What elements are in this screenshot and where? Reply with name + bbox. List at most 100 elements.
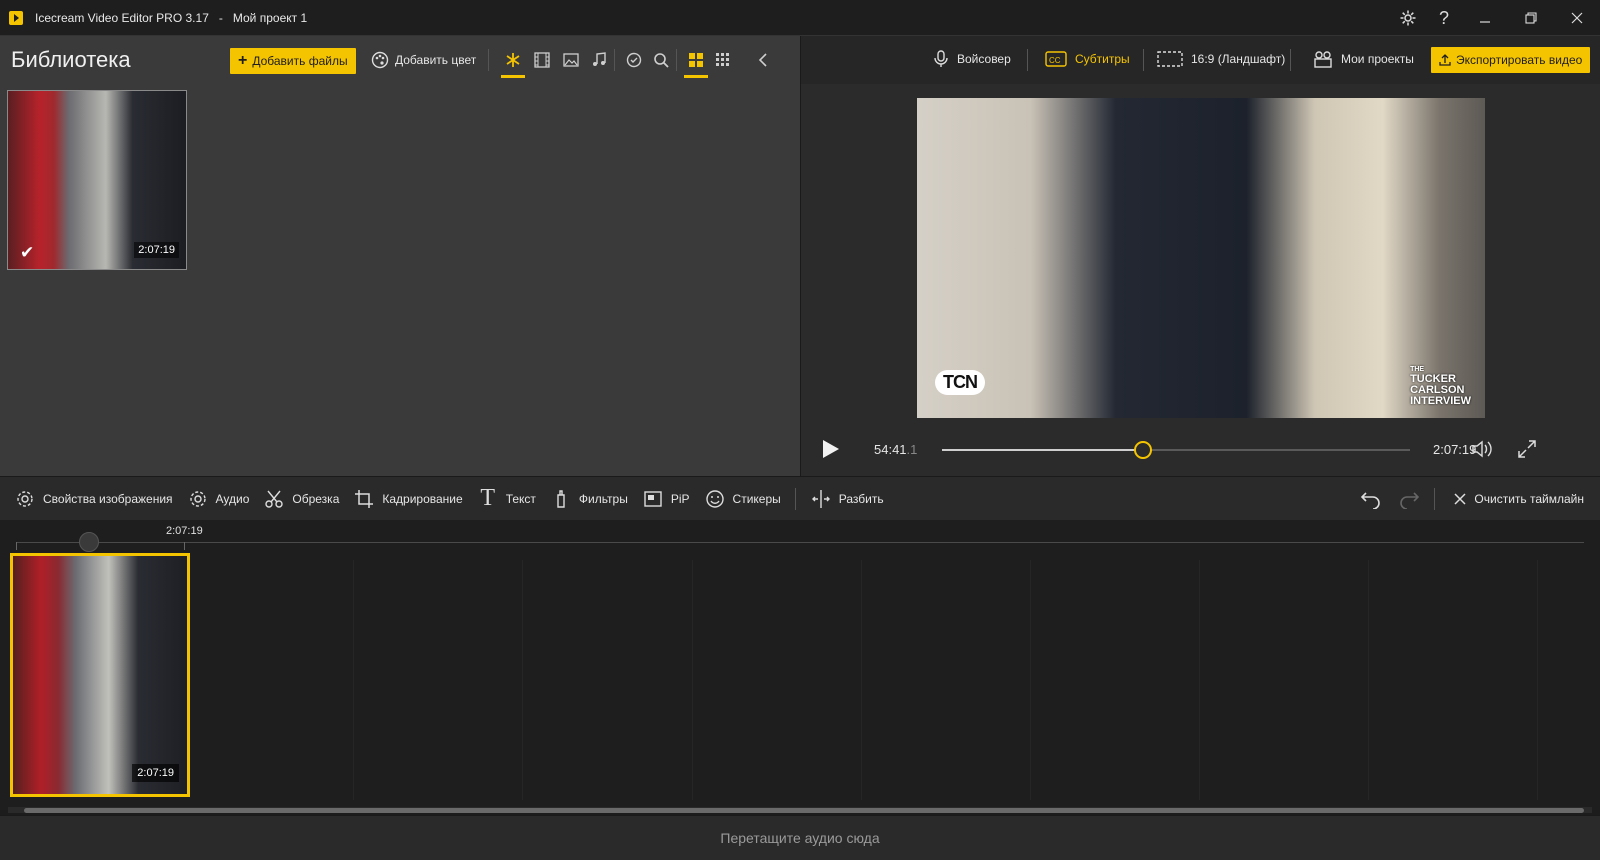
trim-button[interactable]: Обрезка	[263, 488, 339, 510]
aspect-ratio-label: 16:9 (Ландшафт)	[1191, 52, 1286, 66]
redo-button[interactable]	[1398, 488, 1420, 510]
timeline-grid-line	[1368, 560, 1369, 800]
current-time-value: 54:41	[874, 442, 907, 457]
split-icon	[810, 488, 832, 510]
filters-button[interactable]: Фильтры	[550, 488, 628, 510]
filters-label: Фильтры	[578, 491, 628, 506]
filter-audio-note-icon[interactable]	[589, 50, 609, 70]
audio-drop-zone[interactable]: Перетащите аудио сюда	[0, 815, 1600, 860]
edit-toolbar: Свойства изображения Аудио Обрезка Кадри…	[0, 476, 1600, 520]
project-title: Мой проект 1	[232, 10, 308, 25]
close-icon[interactable]	[1554, 0, 1600, 36]
subtitles-button[interactable]: CC Субтитры	[1045, 50, 1130, 68]
voiceover-button[interactable]: Войсовер	[933, 50, 1011, 68]
app-title: Icecream Video Editor PRO 3.17	[35, 10, 209, 25]
text-button[interactable]: T Текст	[477, 485, 536, 511]
trim-label: Обрезка	[292, 491, 340, 506]
audio-label: Аудио	[215, 491, 250, 506]
restore-icon[interactable]	[1508, 0, 1554, 36]
audio-gear-icon	[187, 488, 209, 510]
projects-film-icon	[1313, 50, 1333, 68]
timeline-horizontal-scrollbar[interactable]	[8, 807, 1592, 813]
checkmark-icon: ✔	[20, 243, 35, 262]
audio-button[interactable]: Аудио	[187, 488, 250, 510]
split-button[interactable]: Разбить	[810, 488, 884, 510]
aspect-ratio-button[interactable]: 16:9 (Ландшафт)	[1157, 50, 1285, 68]
pip-button[interactable]: PiP	[642, 488, 690, 510]
subtitles-label: Субтитры	[1075, 52, 1130, 66]
scissors-icon	[263, 488, 285, 510]
library-item-duration: 2:07:19	[134, 242, 179, 258]
used-filter-icon[interactable]	[624, 50, 644, 70]
add-files-button[interactable]: + Добавить файлы	[230, 48, 356, 74]
library-item-thumbnail[interactable]: ✔ 2:07:19	[7, 90, 187, 270]
aspect-ratio-icon	[1157, 50, 1183, 68]
clip-duration: 2:07:19	[132, 764, 179, 782]
volume-speaker-icon[interactable]	[1471, 437, 1495, 461]
timeline-grid-line	[1537, 560, 1538, 800]
timeline-grid-line	[1199, 560, 1200, 800]
ruler-tick	[184, 542, 185, 550]
image-properties-button[interactable]: Свойства изображения	[14, 488, 173, 510]
settings-gear-icon[interactable]	[1390, 0, 1426, 36]
divider	[488, 49, 489, 71]
timeline-playhead-handle[interactable]	[79, 532, 99, 552]
window-controls: ?	[1390, 0, 1600, 36]
current-time: 54:41.1	[874, 442, 917, 457]
current-time-fraction: .1	[906, 442, 918, 457]
split-label: Разбить	[838, 491, 884, 506]
scrollbar-thumb[interactable]	[24, 808, 1584, 813]
crop-button[interactable]: Кадрирование	[353, 488, 463, 510]
seek-slider[interactable]	[942, 441, 1410, 459]
library-header: Библиотека + Добавить файлы Добавить цве…	[0, 36, 800, 84]
close-x-icon	[1449, 488, 1471, 510]
export-video-label: Экспортировать видео	[1456, 53, 1583, 67]
seek-progress	[942, 449, 1144, 451]
text-t-icon: T	[480, 485, 496, 511]
timeline-clip[interactable]: 2:07:19	[10, 553, 190, 797]
cc-subtitles-icon: CC	[1045, 50, 1067, 68]
clear-timeline-button[interactable]: Очистить таймлайн	[1449, 488, 1584, 510]
preview-panel: Войсовер CC Субтитры 16:9 (Ландшафт) Мои…	[800, 36, 1600, 476]
my-projects-button[interactable]: Мои проекты	[1313, 50, 1414, 68]
divider	[1143, 49, 1144, 71]
timeline-grid-line	[692, 560, 693, 800]
crop-label: Кадрирование	[382, 491, 463, 506]
audio-drop-hint: Перетащите аудио сюда	[720, 830, 880, 846]
image-properties-label: Свойства изображения	[43, 491, 173, 506]
seek-handle[interactable]	[1134, 441, 1153, 459]
microphone-icon	[933, 50, 949, 68]
timeline-grid-line	[353, 560, 354, 800]
minimize-icon[interactable]	[1462, 0, 1508, 36]
video-preview-frame[interactable]: TCN THE TUCKER CARLSON INTERVIEW	[917, 98, 1485, 418]
fullscreen-expand-icon[interactable]	[1515, 437, 1539, 461]
filter-video-icon[interactable]	[532, 50, 552, 70]
large-grid-view-icon[interactable]	[684, 50, 708, 78]
play-icon[interactable]	[823, 440, 839, 458]
tcn-logo-watermark: TCN	[935, 370, 985, 395]
undo-button[interactable]	[1360, 488, 1382, 510]
total-time: 2:07:19	[1433, 442, 1477, 457]
add-color-button[interactable]: Добавить цвет	[371, 51, 476, 69]
redo-arrow-icon	[1398, 488, 1420, 510]
palette-icon	[371, 51, 389, 69]
crop-icon	[353, 488, 375, 510]
stickers-label: Стикеры	[732, 491, 781, 506]
search-icon[interactable]	[651, 50, 671, 70]
undo-arrow-icon	[1360, 488, 1382, 510]
watermark-line: INTERVIEW	[1410, 395, 1471, 407]
voiceover-label: Войсовер	[957, 52, 1011, 66]
settings-gear-icon	[14, 488, 36, 510]
export-video-button[interactable]: Экспортировать видео	[1431, 47, 1591, 73]
smiley-sticker-icon	[704, 488, 726, 510]
filter-image-icon[interactable]	[561, 50, 581, 70]
filter-all-star-icon[interactable]	[501, 50, 525, 78]
collapse-panel-chevron-left-icon[interactable]	[753, 50, 773, 70]
help-icon[interactable]: ?	[1426, 0, 1462, 36]
small-grid-view-icon[interactable]	[713, 50, 733, 70]
timeline-grid-line	[522, 560, 523, 800]
app-logo-icon	[9, 10, 23, 25]
plus-icon: +	[238, 52, 248, 69]
stickers-button[interactable]: Стикеры	[704, 488, 781, 510]
upload-icon	[1439, 54, 1451, 66]
